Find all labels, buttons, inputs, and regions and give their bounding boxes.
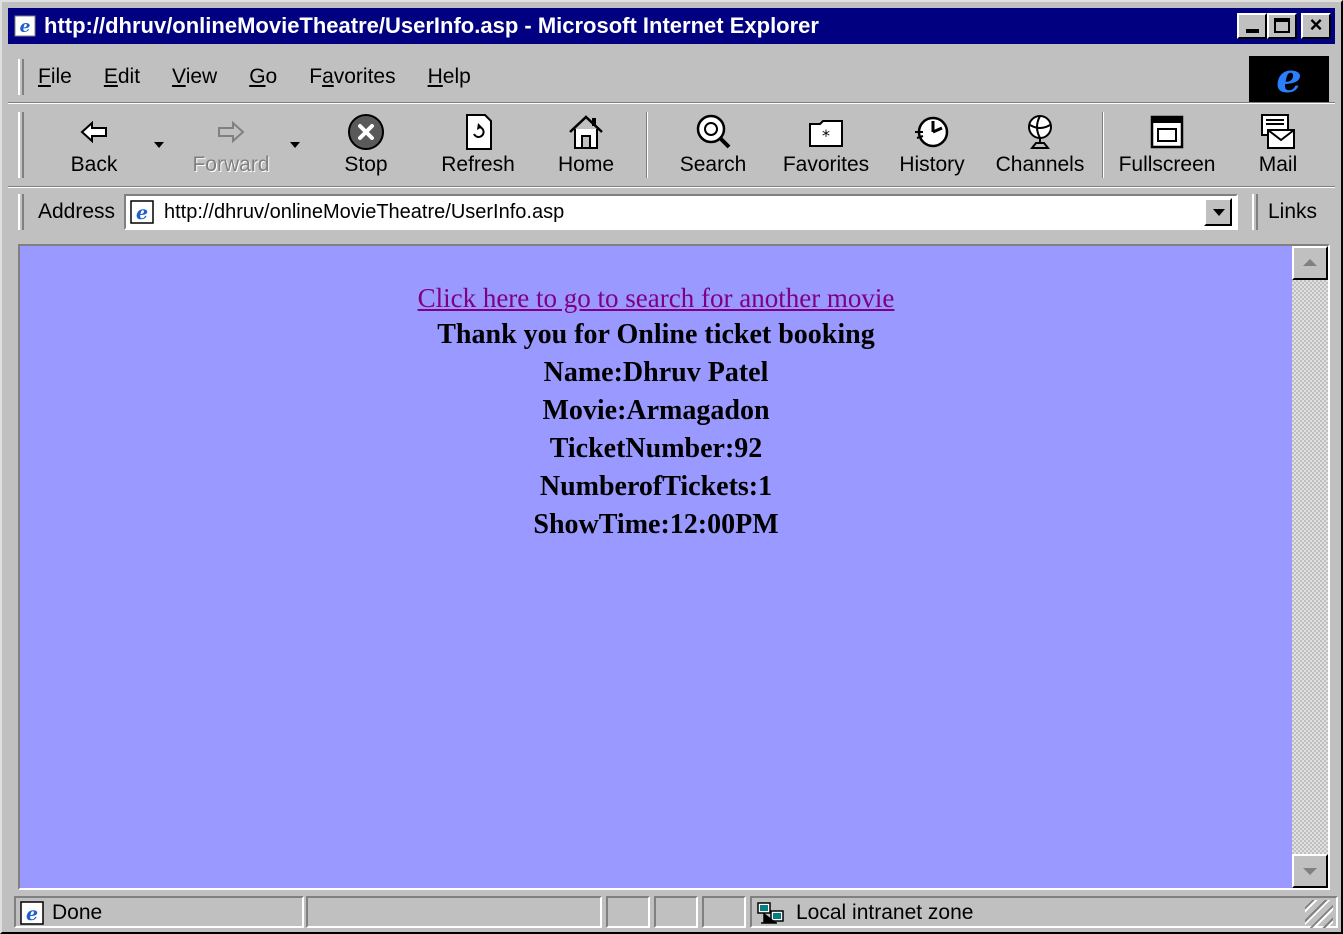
channels-button[interactable]: Channels: [992, 110, 1088, 184]
stop-button[interactable]: Stop: [328, 110, 404, 184]
refresh-button[interactable]: Refresh: [432, 110, 524, 184]
resize-grip[interactable]: [1305, 900, 1333, 928]
favorites-folder-icon: *: [809, 120, 843, 147]
search-another-movie-link[interactable]: Click here to go to search for another m…: [418, 280, 895, 316]
number-of-tickets: NumberofTickets:1: [539, 471, 773, 502]
maximize-button[interactable]: [1267, 13, 1297, 39]
mail-icon: [1261, 114, 1295, 149]
menu-file[interactable]: File: [38, 65, 72, 89]
menu-help[interactable]: Help: [428, 65, 471, 89]
customer-name: Name:Dhruv Patel: [543, 357, 769, 388]
links-button[interactable]: Links: [1268, 200, 1317, 224]
back-dropdown-icon[interactable]: [154, 142, 164, 148]
page-content: Click here to go to search for another m…: [20, 246, 1292, 888]
status-main-pane: e Done: [14, 896, 304, 928]
scroll-up-button[interactable]: [1292, 246, 1328, 280]
booking-confirmation: Click here to go to search for another m…: [20, 280, 1292, 544]
svg-text:e: e: [26, 903, 38, 925]
mail-button[interactable]: Mail: [1248, 110, 1308, 184]
forward-arrow-icon: [218, 120, 245, 144]
menu-favorites[interactable]: Favorites: [309, 65, 395, 89]
links-grip[interactable]: [1252, 194, 1258, 230]
channels-globe-icon: [1028, 115, 1052, 149]
minimize-icon: [1246, 29, 1259, 33]
favorites-button[interactable]: * Favorites: [778, 110, 874, 184]
page-icon: e: [130, 200, 154, 224]
home-icon: [569, 115, 603, 149]
movie-title: Movie:Armagadon: [542, 395, 770, 426]
back-arrow-icon: [80, 120, 107, 144]
window-controls: ×: [1237, 13, 1331, 39]
menu-bar: File Edit View Go Favorites Help: [8, 52, 1248, 102]
status-pane: [654, 896, 698, 928]
window-title: http://dhruv/onlineMovieTheatre/UserInfo…: [44, 13, 819, 38]
thank-you-heading: Thank you for Online ticket booking: [437, 319, 875, 350]
status-progress-pane: [306, 896, 602, 928]
ticket-number: TicketNumber:92: [549, 433, 763, 464]
status-zone-pane: Local intranet zone: [750, 896, 1338, 928]
title-bar[interactable]: e http://dhruv/onlineMovieTheatre/UserIn…: [8, 8, 1335, 44]
address-input[interactable]: e http://dhruv/onlineMovieTheatre/UserIn…: [124, 194, 1238, 230]
svg-text:e: e: [20, 17, 31, 37]
security-zone-text: Local intranet zone: [796, 901, 974, 924]
ie-page-icon: e: [14, 15, 36, 37]
maximize-icon: [1274, 18, 1290, 33]
scroll-down-button[interactable]: [1292, 854, 1328, 888]
page-done-icon: e: [20, 901, 44, 925]
intranet-zone-icon: [757, 902, 784, 924]
history-button[interactable]: History: [892, 110, 972, 184]
svg-text:*: *: [822, 126, 830, 145]
home-button[interactable]: Home: [546, 110, 626, 184]
forward-button[interactable]: Forward: [186, 110, 276, 184]
status-bar: e Done Local intranet zone: [8, 894, 1338, 930]
arrow-up-icon: [1303, 259, 1317, 266]
menu-go[interactable]: Go: [249, 65, 277, 89]
menubar-grip[interactable]: [18, 59, 24, 95]
svg-text:e: e: [136, 202, 148, 224]
status-pane: [606, 896, 650, 928]
address-dropdown-button[interactable]: [1204, 198, 1232, 226]
browser-window: e http://dhruv/onlineMovieTheatre/UserIn…: [0, 0, 1343, 934]
page-viewport: Click here to go to search for another m…: [18, 244, 1330, 890]
close-button[interactable]: ×: [1301, 13, 1331, 39]
show-time: ShowTime:12:00PM: [533, 509, 779, 540]
forward-dropdown-icon[interactable]: [290, 142, 300, 148]
search-button[interactable]: Search: [668, 110, 758, 184]
close-icon: ×: [1309, 12, 1323, 37]
menu-view[interactable]: View: [172, 65, 217, 89]
refresh-icon: [466, 114, 492, 150]
stop-icon: [348, 114, 384, 150]
status-pane: [702, 896, 746, 928]
toolbar-separator: [646, 112, 648, 178]
standard-toolbar: Back Forward Stop Refresh Home Search * …: [8, 106, 1335, 186]
toolbar-divider: [8, 186, 1335, 188]
fullscreen-icon: [1150, 115, 1184, 149]
back-button[interactable]: Back: [54, 110, 134, 184]
toolbar-separator: [1102, 112, 1104, 178]
menubar-divider: [8, 102, 1335, 104]
fullscreen-button[interactable]: Fullscreen: [1114, 110, 1220, 184]
vertical-scrollbar[interactable]: [1292, 246, 1328, 888]
minimize-button[interactable]: [1237, 13, 1267, 39]
ie-logo: e: [1249, 56, 1329, 102]
menu-edit[interactable]: Edit: [104, 65, 140, 89]
search-icon: [696, 114, 731, 149]
toolbar-grip[interactable]: [18, 112, 24, 178]
address-url: http://dhruv/onlineMovieTheatre/UserInfo…: [164, 201, 565, 223]
status-text: Done: [52, 901, 103, 924]
arrow-down-icon: [1303, 868, 1317, 875]
address-bar: Address e http://dhruv/onlineMovieTheatr…: [8, 190, 1335, 234]
addressbar-grip[interactable]: [18, 194, 24, 230]
history-icon: [915, 116, 949, 148]
chevron-down-icon: [1213, 209, 1225, 216]
address-label: Address: [38, 200, 116, 223]
ie-logo-icon: e: [1276, 55, 1302, 102]
